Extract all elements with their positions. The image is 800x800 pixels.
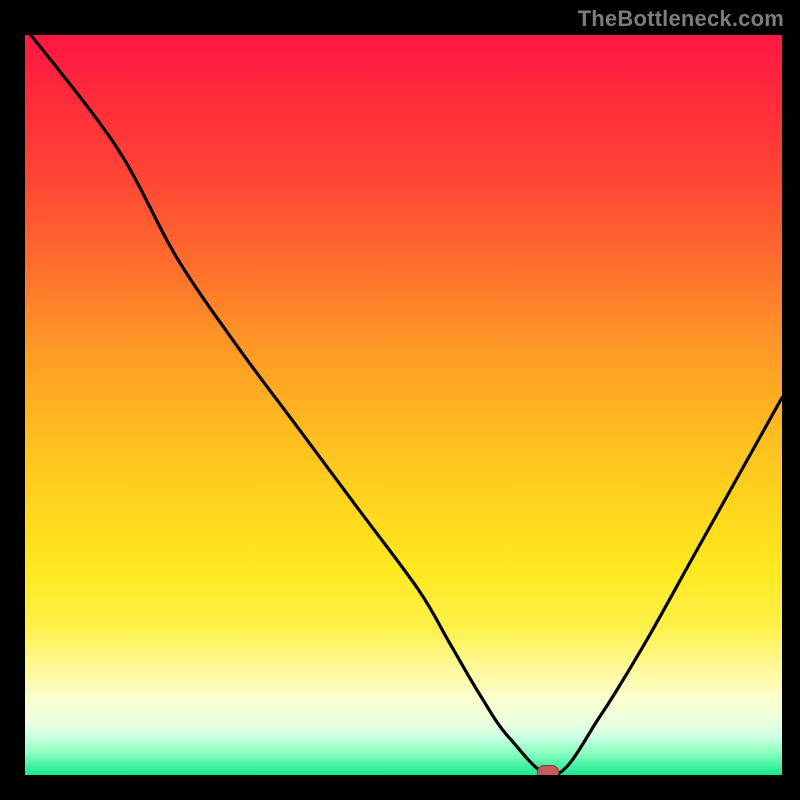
watermark-text: TheBottleneck.com xyxy=(578,6,784,32)
bottleneck-curve xyxy=(25,35,782,775)
plot-area xyxy=(25,35,782,775)
optimal-marker xyxy=(537,765,559,775)
chart-frame: TheBottleneck.com xyxy=(0,0,800,800)
